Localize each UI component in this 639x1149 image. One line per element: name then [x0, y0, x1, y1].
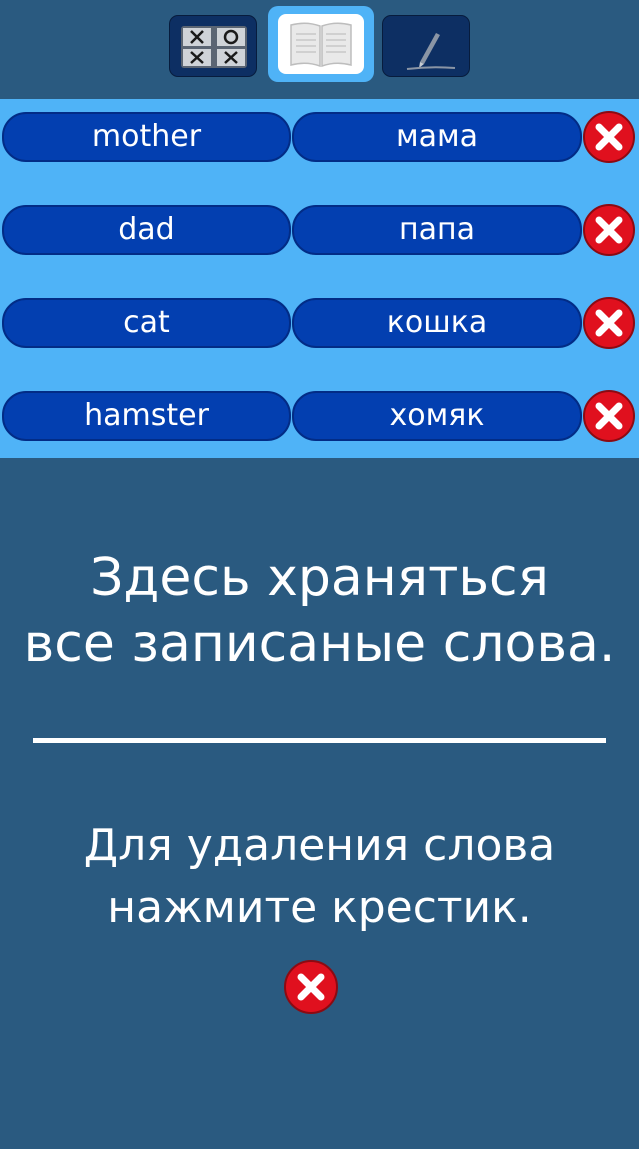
tic-tac-toe-icon — [181, 26, 247, 68]
info-hint: Для удаления слова нажмите крестик. — [0, 815, 639, 939]
delete-icon[interactable] — [582, 296, 636, 350]
english-word[interactable]: hamster — [2, 391, 291, 441]
word-list: mother мама dad папа cat кошка hamster х… — [0, 99, 639, 458]
tab-games[interactable] — [169, 15, 257, 77]
english-word[interactable]: cat — [2, 298, 291, 348]
list-item: hamster хомяк — [0, 390, 639, 442]
tab-dictionary[interactable] — [268, 6, 374, 82]
delete-icon[interactable] — [582, 389, 636, 443]
delete-icon-example — [284, 960, 338, 1014]
divider — [33, 738, 606, 743]
pencil-icon — [406, 33, 456, 70]
delete-icon[interactable] — [582, 110, 636, 164]
open-book-icon — [290, 22, 352, 68]
english-word[interactable]: mother — [2, 112, 291, 162]
info-hint-line-2: нажмите крестик. — [107, 882, 532, 933]
english-word[interactable]: dad — [2, 205, 291, 255]
russian-translation[interactable]: мама — [292, 112, 582, 162]
tab-write[interactable] — [382, 15, 470, 77]
top-nav-bar — [0, 0, 639, 97]
info-title-line-1: Здесь храняться — [90, 548, 549, 608]
info-title-line-2: все записаные слова. — [23, 614, 616, 674]
list-item: dad папа — [0, 204, 639, 256]
list-item: cat кошка — [0, 297, 639, 349]
delete-icon[interactable] — [582, 203, 636, 257]
info-hint-line-1: Для удаления слова — [83, 820, 556, 871]
info-title: Здесь храняться все записаные слова. — [0, 545, 639, 677]
russian-translation[interactable]: папа — [292, 205, 582, 255]
russian-translation[interactable]: кошка — [292, 298, 582, 348]
russian-translation[interactable]: хомяк — [292, 391, 582, 441]
list-item: mother мама — [0, 111, 639, 163]
